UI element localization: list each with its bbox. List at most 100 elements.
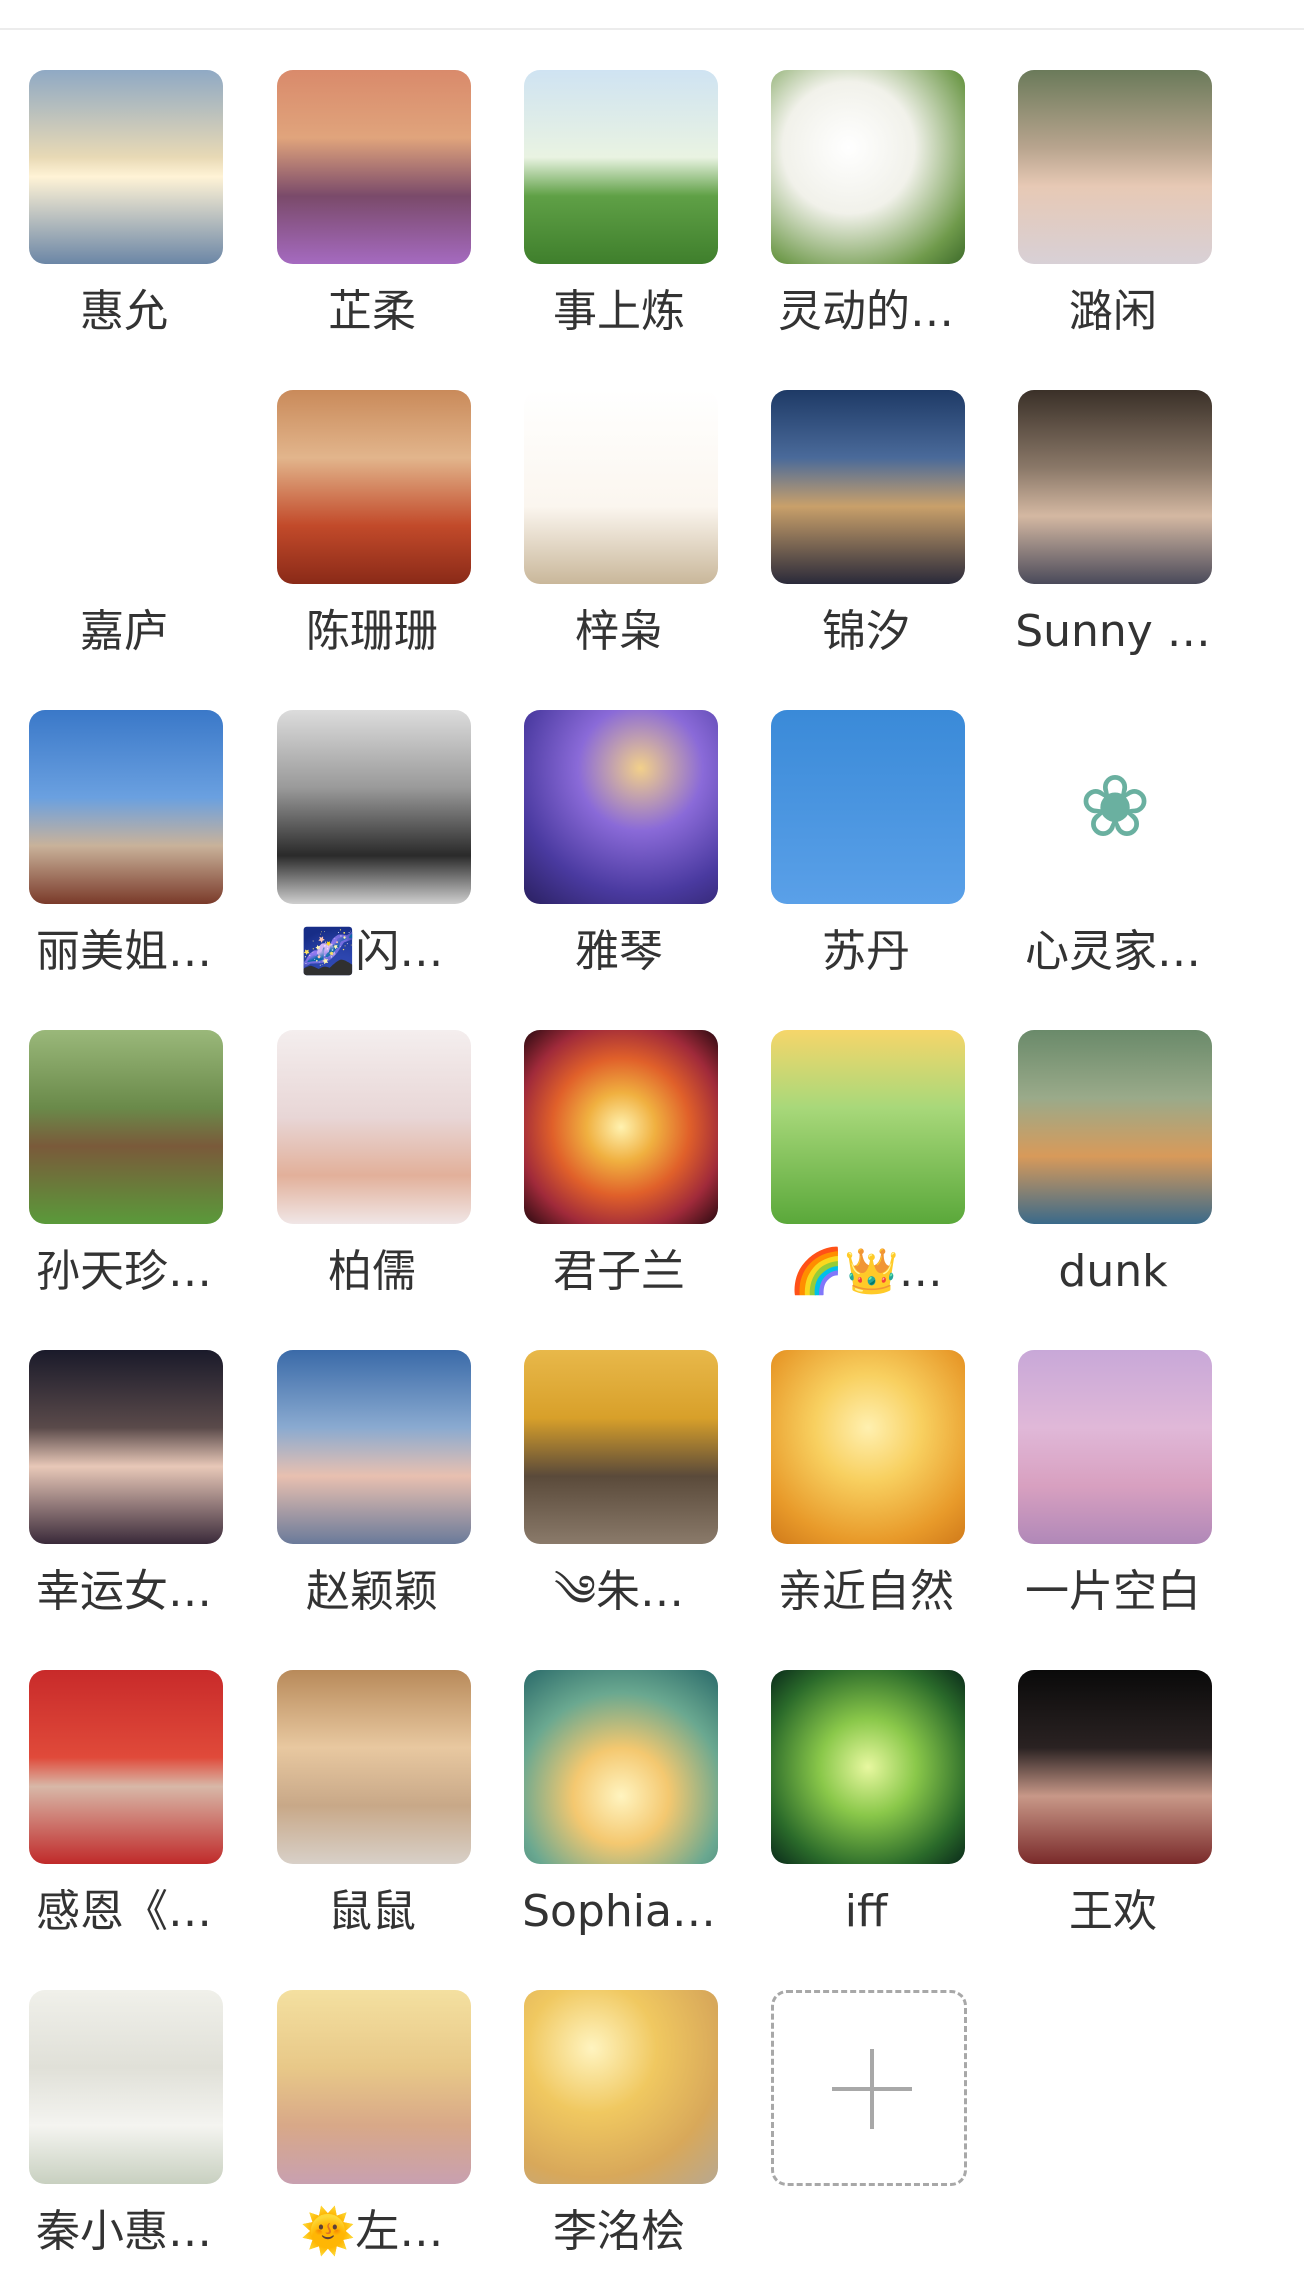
member-item[interactable]: 柏儒 (248, 1030, 496, 1330)
member-name: 亲近自然 (778, 1566, 954, 1617)
member-item[interactable]: iff (742, 1670, 990, 1970)
member-name: 灵动的… (778, 286, 954, 337)
member-item[interactable]: 一片空白 (989, 1350, 1237, 1650)
member-avatar[interactable] (277, 710, 471, 904)
member-item[interactable]: 感恩《… (0, 1670, 248, 1970)
member-avatar[interactable] (1018, 1350, 1212, 1544)
member-avatar[interactable] (277, 1350, 471, 1544)
member-item[interactable]: 丽美姐… (0, 710, 248, 1010)
member-avatar[interactable] (524, 1030, 718, 1224)
member-item[interactable]: 🌞左… (248, 1990, 496, 2286)
member-item[interactable]: 李洺桧 (495, 1990, 743, 2286)
logo-glyph: ❀ (1078, 757, 1152, 857)
member-name: 王欢 (1069, 1886, 1157, 1937)
member-name: Sunny … (1015, 606, 1211, 657)
member-item[interactable]: 事上炼 (495, 70, 743, 370)
member-name: 柏儒 (328, 1246, 416, 1297)
member-name: 心灵家… (1025, 926, 1201, 977)
member-avatar[interactable] (29, 1670, 223, 1864)
member-avatar[interactable] (1018, 70, 1212, 264)
member-item[interactable]: 秦小惠… (0, 1990, 248, 2286)
member-name: 嘉庐 (80, 606, 168, 657)
member-avatar[interactable] (277, 1990, 471, 2184)
member-grid: 惠允 芷柔 事上炼 灵动的… 潞闲嘉庐 陈珊珊 梓枭 锦汐 Sunny … 丽美姐… 🌌闪… 雅琴 苏丹… (0, 0, 1304, 2286)
member-avatar[interactable] (29, 70, 223, 264)
member-item[interactable]: dunk (989, 1030, 1237, 1330)
member-item[interactable]: 鼠鼠 (248, 1670, 496, 1970)
member-name: 梓枭 (575, 606, 663, 657)
member-name: 🌌闪… (300, 926, 444, 977)
member-item[interactable]: 嘉庐 (0, 390, 248, 690)
member-name: 苏丹 (822, 926, 910, 977)
member-item[interactable]: 君子兰 (495, 1030, 743, 1330)
member-avatar[interactable] (29, 1990, 223, 2184)
member-item[interactable]: 陈珊珊 (248, 390, 496, 690)
member-item[interactable]: ༄朱… (495, 1350, 743, 1650)
member-item[interactable]: 🌈👑… (742, 1030, 990, 1330)
member-avatar[interactable] (771, 710, 965, 904)
member-avatar[interactable] (771, 390, 965, 584)
member-name: dunk (1058, 1246, 1168, 1297)
member-avatar[interactable] (277, 1030, 471, 1224)
member-name: 鼠鼠 (328, 1886, 416, 1937)
member-avatar[interactable] (524, 390, 718, 584)
member-avatar[interactable] (1018, 1670, 1212, 1864)
member-name: 潞闲 (1069, 286, 1157, 337)
member-name: 🌞左… (300, 2206, 444, 2257)
member-item[interactable]: 潞闲 (989, 70, 1237, 370)
member-avatar[interactable] (524, 1670, 718, 1864)
member-item[interactable]: 灵动的… (742, 70, 990, 370)
member-item[interactable]: 🌌闪… (248, 710, 496, 1010)
member-item[interactable]: 赵颖颖 (248, 1350, 496, 1650)
member-item[interactable]: 王欢 (989, 1670, 1237, 1970)
member-avatar[interactable] (524, 1990, 718, 2184)
member-avatar[interactable] (29, 710, 223, 904)
member-name: 芷柔 (328, 286, 416, 337)
member-name: 幸运女… (36, 1566, 212, 1617)
member-item[interactable]: Sunny … (989, 390, 1237, 690)
member-name: 君子兰 (553, 1246, 685, 1297)
member-name: 丽美姐… (36, 926, 212, 977)
member-avatar[interactable] (29, 1350, 223, 1544)
add-member-box[interactable] (771, 1990, 967, 2186)
member-name: 赵颖颖 (306, 1566, 438, 1617)
member-item[interactable]: 孙天珍… (0, 1030, 248, 1330)
member-name: iff (844, 1886, 888, 1937)
member-avatar[interactable] (277, 70, 471, 264)
group-members-page: 惠允 芷柔 事上炼 灵动的… 潞闲嘉庐 陈珊珊 梓枭 锦汐 Sunny … 丽美姐… 🌌闪… 雅琴 苏丹… (0, 0, 1304, 2286)
member-item[interactable]: 惠允 (0, 70, 248, 370)
member-name: 事上炼 (553, 286, 685, 337)
member-name: 雅琴 (575, 926, 663, 977)
member-item[interactable]: Sophia… (495, 1670, 743, 1970)
member-name: 李洺桧 (553, 2206, 685, 2257)
member-avatar[interactable] (771, 1670, 965, 1864)
member-name: 陈珊珊 (306, 606, 438, 657)
member-avatar[interactable] (277, 390, 471, 584)
member-item[interactable]: 苏丹 (742, 710, 990, 1010)
member-avatar[interactable] (524, 70, 718, 264)
member-avatar[interactable] (1018, 1030, 1212, 1224)
member-item[interactable]: 亲近自然 (742, 1350, 990, 1650)
member-item[interactable]: 雅琴 (495, 710, 743, 1010)
member-avatar[interactable] (524, 710, 718, 904)
member-avatar[interactable] (29, 1030, 223, 1224)
member-avatar[interactable] (771, 1030, 965, 1224)
member-item[interactable]: 幸运女… (0, 1350, 248, 1650)
member-avatar[interactable] (771, 1350, 965, 1544)
member-avatar[interactable] (29, 390, 223, 584)
member-avatar[interactable] (1018, 390, 1212, 584)
member-name: ༄朱… (553, 1566, 685, 1617)
member-name: 锦汐 (822, 606, 910, 657)
member-item[interactable]: 锦汐 (742, 390, 990, 690)
member-name: 感恩《… (36, 1886, 212, 1937)
add-member-button[interactable] (742, 1990, 990, 2286)
member-name: 惠允 (80, 286, 168, 337)
member-avatar[interactable] (771, 70, 965, 264)
member-item[interactable]: ❀ 心灵家… (989, 710, 1237, 1010)
member-name: Sophia… (522, 1886, 716, 1937)
member-avatar[interactable] (277, 1670, 471, 1864)
member-item[interactable]: 梓枭 (495, 390, 743, 690)
member-avatar[interactable] (524, 1350, 718, 1544)
member-item[interactable]: 芷柔 (248, 70, 496, 370)
member-avatar[interactable]: ❀ (1018, 710, 1212, 904)
